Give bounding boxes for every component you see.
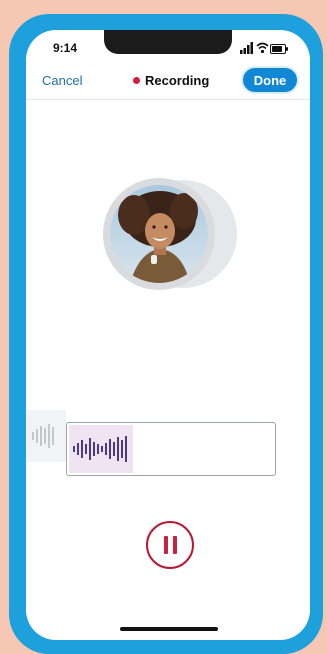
waveform-bars — [73, 436, 127, 462]
recording-indicator: Recording — [133, 73, 209, 88]
waveform-previous-bars — [32, 424, 54, 448]
status-icons — [240, 42, 288, 54]
pause-icon-bar — [173, 536, 177, 554]
phone-screen: 9:14 Cancel Recording Done — [26, 30, 310, 640]
cancel-button[interactable]: Cancel — [42, 73, 82, 88]
pause-button[interactable] — [146, 521, 194, 569]
done-button[interactable]: Done — [241, 66, 299, 94]
recording-label: Recording — [145, 73, 210, 88]
status-time: 9:14 — [53, 41, 78, 55]
nav-divider — [26, 99, 310, 100]
pause-icon — [164, 536, 168, 554]
avatar-photo — [110, 185, 208, 283]
battery-nub — [286, 47, 288, 51]
home-indicator[interactable] — [120, 627, 218, 631]
avatar — [110, 185, 208, 283]
notch — [104, 30, 232, 54]
signal-icon — [240, 42, 253, 54]
battery-icon — [270, 44, 286, 54]
wifi-icon — [256, 42, 269, 54]
record-dot-icon — [133, 77, 140, 84]
waveform-track[interactable] — [66, 422, 276, 476]
waveform-previous-segment — [26, 410, 66, 462]
